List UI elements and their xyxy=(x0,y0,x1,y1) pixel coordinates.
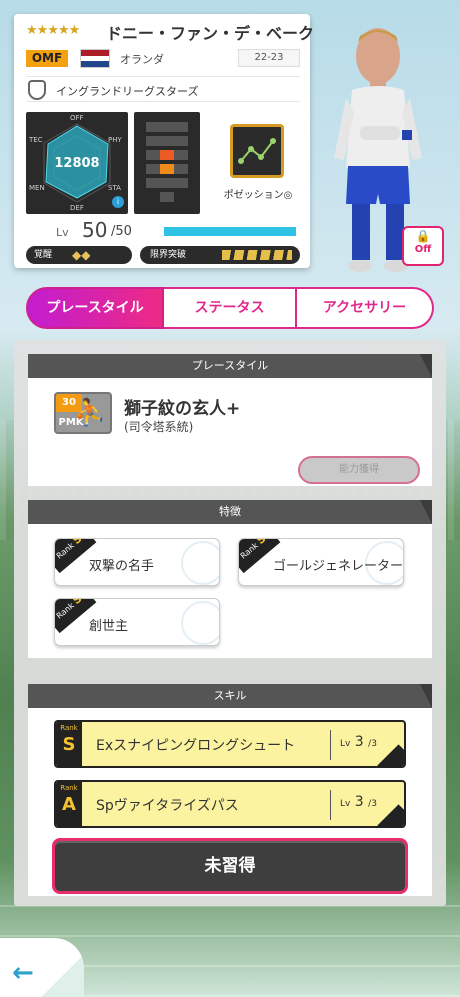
playstyle-category: (司令塔系統) xyxy=(124,420,194,434)
skill-name: Spヴァイタライズパス xyxy=(96,798,239,814)
toggle-state-label: Off xyxy=(414,244,432,255)
level-label: Lv xyxy=(56,226,69,239)
soccer-ball-icon xyxy=(181,601,219,645)
detail-tabs: プレースタイル ステータス アクセサリー xyxy=(26,287,434,329)
radar-label-off: OFF xyxy=(70,114,84,122)
acquire-ability-button[interactable]: 能力獲得 xyxy=(298,456,420,484)
radar-label-tec: TEC xyxy=(29,136,43,144)
skills-section: スキル Rank S Exスナイピングロングシュート Lv 3 /3 Rank … xyxy=(28,684,432,896)
playstyle-name: 獅子紋の玄人+ xyxy=(124,399,241,419)
radar-label-phy: PHY xyxy=(108,136,122,144)
club-row: イングランドリーグスターズ xyxy=(26,76,300,102)
awakening-diamonds-icon: ◆◆ xyxy=(72,248,91,262)
player-meta-row: OMF オランダ 22-23 xyxy=(26,48,300,68)
tab-playstyle[interactable]: プレースタイル xyxy=(26,287,164,329)
skill-card[interactable]: Rank S Exスナイピングロングシュート Lv 3 /3 xyxy=(54,720,406,768)
playstyle-icon: 30 PMK ⛹ xyxy=(54,392,112,434)
netherlands-flag-icon xyxy=(80,49,110,68)
player-silhouette-icon: ⛹ xyxy=(73,398,106,428)
limit-break-gauge xyxy=(222,250,292,260)
awakening-row: 覚醒 ◆◆ 限界突破 xyxy=(26,246,300,264)
club-name: イングランドリーグスターズ xyxy=(56,85,199,98)
tab-accessory[interactable]: アクセサリー xyxy=(297,287,434,329)
skill-rank-badge: Rank A xyxy=(56,782,82,826)
playstyle-header: プレースタイル xyxy=(28,354,432,378)
lock-icon: 🔒 xyxy=(415,229,431,243)
level-value: 50 xyxy=(82,218,108,242)
player-name: ドニー・ファン・デ・ベーク xyxy=(106,24,315,43)
left-arrow-icon: ← xyxy=(12,958,34,988)
skill-level: Lv 3 /3 xyxy=(340,794,377,810)
rarity-stars: ★★★★★ xyxy=(26,23,80,38)
trait-card[interactable]: Rank S ゴールジェネレーター xyxy=(238,538,404,586)
soccer-ball-icon xyxy=(181,541,219,585)
pose-lock-toggle[interactable]: 🔒 Off xyxy=(402,226,444,266)
awakening-label: 覚醒 xyxy=(34,250,53,260)
skill-name: Exスナイピングロングシュート xyxy=(96,738,296,754)
traits-section: 特徴 Rank S 双撃の名手 Rank S ゴールジェネレーター Rank S… xyxy=(28,500,432,658)
trait-card[interactable]: Rank S 双撃の名手 xyxy=(54,538,220,586)
skill-card[interactable]: Rank A Spヴァイタライズパス Lv 3 /3 xyxy=(54,780,406,828)
skill-level: Lv 3 /3 xyxy=(340,734,377,750)
level-max: /50 xyxy=(111,224,132,239)
playstyle-section: プレースタイル 30 PMK ⛹ 獅子紋の玄人+ (司令塔系統) 能力獲得 xyxy=(28,354,432,486)
position-map xyxy=(134,112,200,214)
radar-label-men: MEN xyxy=(29,184,45,192)
tab-status[interactable]: ステータス xyxy=(164,287,297,329)
stats-radar[interactable]: OFF TEC PHY MEN STA DEF 12808 i xyxy=(26,112,128,214)
info-icon[interactable]: i xyxy=(112,196,124,208)
trait-name: 創世主 xyxy=(89,619,129,634)
level-row: Lv 50 /50 xyxy=(26,218,300,242)
overall-rating: 12808 xyxy=(54,156,100,171)
radar-label-sta: STA xyxy=(108,184,121,192)
country-name: オランダ xyxy=(120,53,164,66)
trait-name: 双撃の名手 xyxy=(89,559,155,574)
back-button[interactable]: ← xyxy=(0,938,84,997)
season-label: 22-23 xyxy=(238,49,300,67)
unlearned-skill-button[interactable]: 未習得 xyxy=(52,838,408,894)
playstyle-tactic-tile[interactable]: ポゼッション◎ xyxy=(216,112,300,214)
possession-icon xyxy=(230,124,284,178)
level-progress-bar xyxy=(164,227,296,236)
trait-card[interactable]: Rank S 創世主 xyxy=(54,598,220,646)
awakening-pill: 覚醒 ◆◆ xyxy=(26,246,132,264)
player-card: ★★★★★ ドニー・ファン・デ・ベーク OMF オランダ 22-23 イングラン… xyxy=(14,14,314,268)
position-style-label: ポゼッション◎ xyxy=(223,190,293,201)
traits-header: 特徴 xyxy=(28,500,432,524)
skill-rank-badge: Rank S xyxy=(56,722,82,766)
skills-header: スキル xyxy=(28,684,432,708)
trait-name: ゴールジェネレーター xyxy=(273,559,404,574)
club-crest-icon xyxy=(28,80,46,100)
limit-break-label: 限界突破 xyxy=(150,250,187,260)
position-badge: OMF xyxy=(26,50,68,67)
limit-break-pill: 限界突破 xyxy=(140,246,300,264)
radar-label-def: DEF xyxy=(70,204,84,212)
detail-panel: プレースタイル 30 PMK ⛹ 獅子紋の玄人+ (司令塔系統) 能力獲得 特徴… xyxy=(14,340,446,906)
